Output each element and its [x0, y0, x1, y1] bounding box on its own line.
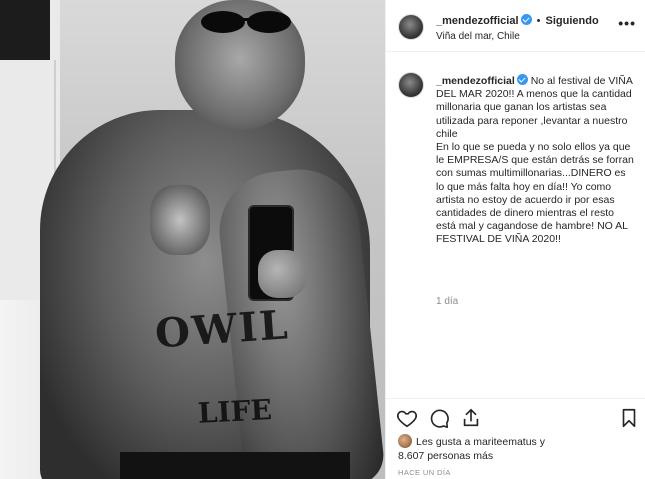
author-line: _mendezofficial • Siguiendo: [436, 14, 599, 27]
instagram-post: OWIL LIFE _mendezofficial • Siguiendo Vi…: [0, 0, 645, 479]
post-photo[interactable]: OWIL LIFE: [0, 0, 385, 479]
likes-summary: Les gusta a mariteematus y 8.607 persona…: [398, 434, 638, 463]
caption-timestamp[interactable]: 1 día: [436, 296, 458, 307]
caption-text-block: _mendezofficial No al festival de VIÑA D…: [436, 74, 636, 247]
photo-tattoo-portrait: [150, 185, 210, 255]
likes-line-2[interactable]: 8.607 personas más: [398, 450, 493, 462]
comment-icon[interactable]: [428, 407, 450, 429]
photo-hand: [258, 250, 306, 298]
post-header: _mendezofficial • Siguiendo Viña del mar…: [386, 0, 645, 52]
separator-dot: •: [536, 15, 541, 27]
post-side-panel: _mendezofficial • Siguiendo Viña del mar…: [385, 0, 645, 479]
bookmark-icon[interactable]: [618, 407, 640, 429]
following-button[interactable]: Siguiendo: [546, 15, 599, 27]
caption-author-avatar[interactable]: [398, 72, 424, 98]
verified-badge-icon: [516, 74, 528, 85]
likes-line-1[interactable]: Les gusta a mariteematus y: [416, 436, 545, 448]
verified-badge-icon: [520, 14, 532, 25]
author-username[interactable]: _mendezofficial: [436, 15, 519, 27]
more-options-icon[interactable]: •••: [618, 16, 636, 30]
caption-author[interactable]: _mendezofficial: [436, 75, 515, 87]
photo-tattoo-life: LIFE: [196, 393, 273, 430]
liker-avatar[interactable]: [398, 434, 412, 448]
heart-icon[interactable]: [396, 407, 418, 429]
photo-belt: [120, 452, 350, 479]
author-avatar[interactable]: [398, 14, 424, 40]
post-age: HACE UN DÍA: [398, 468, 451, 477]
share-icon[interactable]: [460, 407, 482, 429]
post-location[interactable]: Viña del mar, Chile: [436, 31, 520, 42]
action-bar: [386, 398, 645, 434]
photo-sunglasses: [201, 11, 291, 33]
photo-tattoo-text: OWIL: [153, 301, 292, 358]
caption-body: No al festival de VIÑA DEL MAR 2020!! A …: [436, 75, 634, 246]
